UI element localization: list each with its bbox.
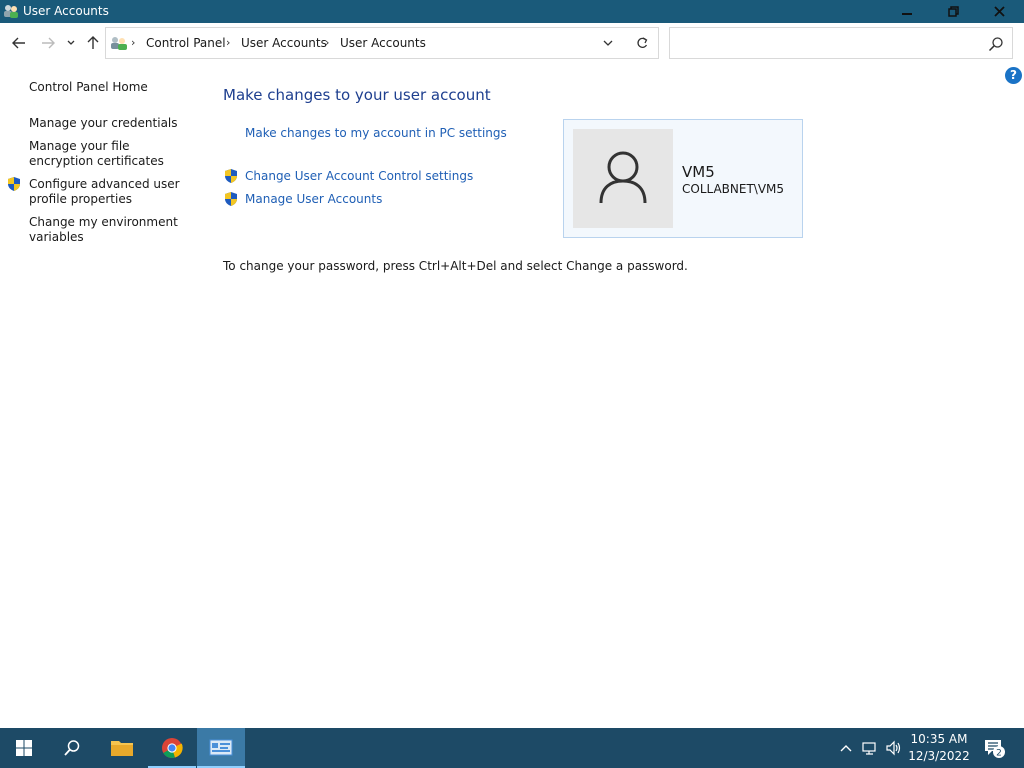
system-clock[interactable]: 10:35 AM 12/3/2022 <box>904 731 974 765</box>
user-accounts-icon <box>111 37 127 50</box>
clock-time: 10:35 AM <box>910 732 968 746</box>
up-button[interactable] <box>83 33 103 53</box>
chrome-icon <box>162 738 183 758</box>
refresh-icon <box>637 37 648 48</box>
breadcrumb-separator: › <box>131 36 136 49</box>
restore-button[interactable] <box>930 0 976 23</box>
uac-settings-link[interactable]: Change User Account Control settings <box>245 169 473 183</box>
taskbar: 10:35 AM 12/3/2022 2 <box>0 728 1024 768</box>
page-title: Make changes to your user account <box>223 86 491 104</box>
sidebar-item-control-panel-home[interactable]: Control Panel Home <box>29 80 194 95</box>
sidebar-item-manage-credentials[interactable]: Manage your credentials <box>29 116 194 131</box>
address-bar[interactable]: › Control Panel › User Accounts › User A… <box>105 27 659 59</box>
start-button[interactable] <box>0 728 48 768</box>
forward-arrow-icon <box>42 37 55 49</box>
avatar <box>573 129 673 228</box>
breadcrumb-separator: › <box>325 36 330 49</box>
navigation-bar: › Control Panel › User Accounts › User A… <box>0 23 1024 63</box>
minimize-icon <box>902 12 912 15</box>
control-panel-taskbar-button[interactable] <box>197 728 245 768</box>
address-history-button[interactable] <box>602 34 618 52</box>
account-domain: COLLABNET\VM5 <box>682 182 785 196</box>
search-icon[interactable] <box>988 36 1004 52</box>
sidebar-item-environment-variables[interactable]: Change my environment variables <box>29 215 194 245</box>
volume-icon[interactable] <box>885 740 901 756</box>
chevron-down-icon <box>603 40 613 46</box>
uac-shield-icon <box>225 169 237 183</box>
back-arrow-icon <box>12 37 25 49</box>
chevron-up-icon[interactable] <box>838 740 854 756</box>
close-icon <box>993 6 1005 17</box>
breadcrumb-separator: › <box>226 36 231 49</box>
close-button[interactable] <box>976 0 1022 23</box>
search-box[interactable] <box>669 27 1013 59</box>
folder-icon <box>111 741 133 756</box>
sidebar-item-advanced-profile[interactable]: Configure advanced user profile properti… <box>29 177 194 207</box>
forward-button[interactable] <box>38 33 58 53</box>
notification-icon: 2 <box>985 740 1005 759</box>
search-input[interactable] <box>676 35 976 53</box>
windows-logo-icon <box>16 740 32 756</box>
control-panel-icon <box>209 739 233 756</box>
uac-shield-icon <box>8 177 20 191</box>
pc-settings-link[interactable]: Make changes to my account in PC setting… <box>245 126 507 140</box>
clock-date: 12/3/2022 <box>908 749 970 763</box>
search-taskbar-button[interactable] <box>48 728 96 768</box>
network-icon[interactable] <box>862 740 878 756</box>
breadcrumb-user-accounts-current[interactable]: User Accounts <box>340 36 426 50</box>
restore-icon <box>947 6 959 17</box>
manage-user-accounts-link[interactable]: Manage User Accounts <box>245 192 382 206</box>
user-accounts-icon <box>4 5 18 18</box>
search-icon <box>64 740 80 756</box>
user-avatar-icon <box>599 151 647 204</box>
minimize-button[interactable] <box>884 0 930 23</box>
chevron-down-icon <box>67 40 75 45</box>
breadcrumb-control-panel[interactable]: Control Panel <box>146 36 226 50</box>
account-name: VM5 <box>682 163 715 181</box>
chrome-button[interactable] <box>148 728 196 768</box>
uac-shield-icon <box>225 192 237 206</box>
account-card: VM5 COLLABNET\VM5 <box>563 119 803 238</box>
action-center-button[interactable]: 2 <box>984 738 1006 759</box>
sidebar-item-file-encryption[interactable]: Manage your file encryption certificates <box>29 139 194 169</box>
file-explorer-button[interactable] <box>98 728 146 768</box>
window-title: User Accounts <box>23 4 109 18</box>
back-button[interactable] <box>9 33 29 53</box>
up-arrow-icon <box>87 36 99 49</box>
breadcrumb-user-accounts[interactable]: User Accounts <box>241 36 327 50</box>
password-note: To change your password, press Ctrl+Alt+… <box>223 259 688 273</box>
help-icon[interactable]: ? <box>1005 67 1022 84</box>
title-bar: User Accounts <box>0 0 1024 23</box>
notification-count: 2 <box>996 749 1002 759</box>
refresh-button[interactable] <box>635 34 651 52</box>
recent-locations-button[interactable] <box>62 33 80 53</box>
